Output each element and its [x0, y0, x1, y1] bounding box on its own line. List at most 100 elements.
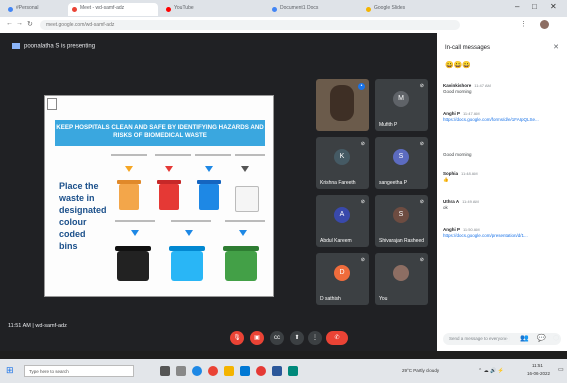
mail-icon[interactable]: [240, 366, 250, 376]
avatar: S: [393, 207, 409, 223]
slide-caption: [171, 220, 211, 222]
mic-off-icon: ⊘: [360, 141, 365, 147]
shared-slide: KEEP HOSPITALS CLEAN AND SAFE BY IDENTIF…: [44, 95, 274, 297]
chrome-icon[interactable]: [208, 366, 218, 376]
slide-caption: [225, 220, 265, 222]
close-icon[interactable]: ✕: [553, 43, 559, 51]
browser-tab[interactable]: Google Slides: [362, 3, 452, 16]
browser-tab-active[interactable]: Meet - wd-samf-adz: [68, 3, 158, 16]
mic-off-icon: ⊘: [419, 83, 424, 89]
chat-link[interactable]: https://docs.google.com/forms/d/e/1FAIpQ…: [443, 117, 561, 122]
app-icon[interactable]: [256, 366, 266, 376]
word-icon[interactable]: [272, 366, 282, 376]
arrow-down-icon: [125, 166, 133, 172]
browser-tab[interactable]: #Personal: [4, 3, 64, 16]
leave-call-button[interactable]: ✆: [326, 331, 348, 345]
slide-caption: [111, 154, 147, 156]
slide-caption: [235, 154, 265, 156]
red-bin-icon: [159, 184, 179, 210]
chat-message: Uthra A 11:49 AM ok: [443, 199, 479, 210]
participant-tile[interactable]: ⊘ D D sathish: [316, 253, 369, 305]
slide-caption: [155, 154, 191, 156]
close-icon[interactable]: ✕: [550, 2, 557, 11]
people-icon[interactable]: 👥: [520, 334, 529, 342]
tab-favicon-icon: [272, 7, 277, 12]
meet-icon[interactable]: [288, 366, 298, 376]
mic-off-icon: ⊘: [419, 257, 424, 263]
participant-name: D sathish: [320, 296, 341, 302]
taskbar-time: 11:51: [532, 363, 543, 368]
tray-icons[interactable]: ⌃ ☁ 🔊 ⚡: [478, 368, 504, 374]
participant-tile-self[interactable]: ⊘ You: [375, 253, 428, 305]
forward-icon[interactable]: →: [16, 20, 23, 27]
present-button[interactable]: ⬆: [290, 331, 304, 345]
slide-instruction-text: Place the waste in designated colour cod…: [59, 181, 107, 251]
participant-tile[interactable]: ⊘ A Abdul Kareem: [316, 195, 369, 247]
yellow-bin-icon: [119, 184, 139, 210]
avatar: D: [334, 265, 350, 281]
slide-caption: [115, 220, 155, 222]
activities-icon[interactable]: ⬡: [553, 334, 559, 342]
taskbar-date: 16-06-2022: [527, 371, 551, 376]
participant-tile[interactable]: ⊘ S sangeetha P: [375, 137, 428, 189]
back-icon[interactable]: ←: [6, 20, 13, 27]
avatar: A: [334, 207, 350, 223]
participant-tile[interactable]: ⊘ K Krishna Fareeth: [316, 137, 369, 189]
notification-icon[interactable]: ▭: [558, 366, 564, 373]
arrow-down-icon: [205, 166, 213, 172]
avatar: K: [334, 149, 350, 165]
url-field[interactable]: meet.google.com/wd-samf-adz: [40, 20, 460, 30]
info-icon[interactable]: ⓘ: [503, 334, 510, 344]
chat-message: Kavinkishore 11:47 AM Good morning: [443, 83, 491, 94]
extensions-icon[interactable]: ⋮: [520, 20, 527, 28]
minimize-icon[interactable]: –: [515, 2, 519, 11]
slide-corner-icon: [47, 98, 57, 110]
maximize-icon[interactable]: □: [532, 2, 537, 11]
captions-button[interactable]: cc: [270, 331, 284, 345]
blue-bin-icon: [199, 184, 219, 210]
mic-off-icon: ⊘: [360, 257, 365, 263]
browser-tab[interactable]: Document1 Docs: [268, 3, 358, 16]
meet-stage: poonalatha S is presenting KEEP HOSPITAL…: [0, 33, 567, 351]
chat-message: Anghi P 11:47 AM https://docs.google.com/…: [443, 111, 561, 122]
participant-name: Abdul Kareem: [320, 238, 352, 244]
windows-start-icon[interactable]: ⊞: [6, 365, 14, 376]
participant-tile[interactable]: •: [316, 79, 369, 131]
chat-link[interactable]: https://docs.google.com/presentation/d/1…: [443, 233, 561, 238]
arrow-down-icon: [131, 230, 139, 236]
black-bin-icon: [117, 251, 149, 281]
participant-tile[interactable]: ⊘ S Shivarajan Rasheed: [375, 195, 428, 247]
tab-favicon-icon: [8, 7, 13, 12]
meeting-info: 11:51 AM | wd-samf-adz: [8, 323, 67, 329]
chat-icon[interactable]: 💬: [537, 334, 546, 342]
slide-banner: KEEP HOSPITALS CLEAN AND SAFE BY IDENTIF…: [55, 120, 265, 146]
arrow-down-icon: [165, 166, 173, 172]
search-icon[interactable]: [176, 366, 186, 376]
participant-name: Shivarajan Rasheed: [379, 238, 425, 244]
reload-icon[interactable]: ↻: [27, 20, 33, 28]
white-container-icon: [235, 186, 259, 212]
task-view-icon[interactable]: [160, 366, 170, 376]
mic-off-icon: ⊘: [360, 199, 365, 205]
mic-off-button[interactable]: 🎙: [230, 331, 244, 345]
avatar: S: [393, 149, 409, 165]
participant-tile[interactable]: ⊘ M Mufith P: [375, 79, 428, 131]
chat-title: In-call messages: [445, 45, 491, 51]
participant-name: Mufith P: [379, 122, 398, 128]
tab-favicon-icon: [72, 7, 77, 12]
taskbar: ⊞ Type here to search 29°C Partly cloudy…: [0, 359, 567, 383]
camera-off-button[interactable]: ▣: [250, 331, 264, 345]
arrow-down-icon: [241, 166, 249, 172]
taskbar-search[interactable]: Type here to search: [24, 365, 134, 377]
more-options-button[interactable]: ⋮: [308, 331, 322, 345]
present-icon: [12, 43, 20, 49]
file-explorer-icon[interactable]: [224, 366, 234, 376]
avatar: [393, 265, 409, 281]
profile-avatar[interactable]: [540, 20, 549, 29]
browser-tab[interactable]: YouTube: [162, 3, 232, 16]
avatar: M: [393, 91, 409, 107]
weather-status[interactable]: 29°C Partly cloudy: [402, 368, 439, 373]
edge-icon[interactable]: [192, 366, 202, 376]
participant-name: sangeetha P: [379, 180, 408, 186]
emoji-message: 😀😀😀: [445, 62, 472, 69]
